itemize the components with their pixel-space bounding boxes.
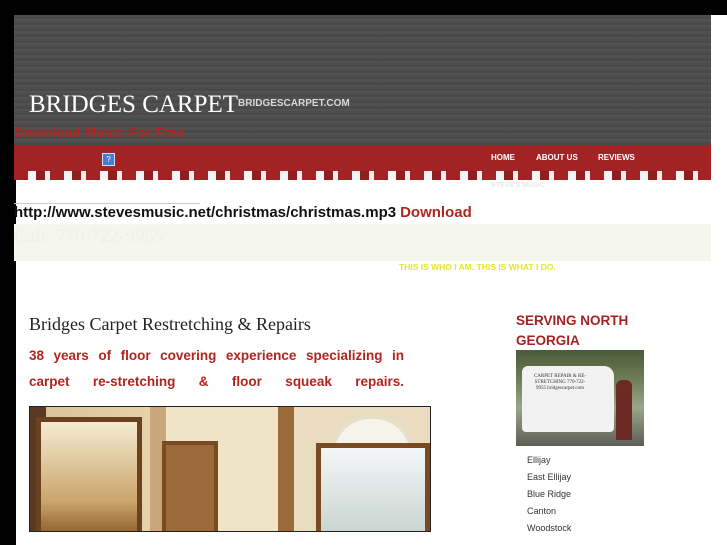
intro-text: 38 years of floor covering experience sp…	[29, 348, 404, 389]
tagline: THIS IS WHO I AM. THIS IS WHAT I DO.	[399, 262, 556, 272]
nav-about-us[interactable]: ABOUT US	[536, 153, 578, 162]
page-title: Bridges Carpet Restretching & Repairs	[29, 314, 311, 334]
list-item: Woodstock	[527, 523, 572, 533]
photo-window	[316, 443, 430, 531]
site-domain: BRIDGESCARPET.COM	[238, 98, 350, 109]
list-item: Blue Ridge	[527, 489, 572, 499]
navbar-torn-edge	[14, 171, 711, 180]
nav-steves-music[interactable]: STEVE'S MUSIC	[491, 182, 545, 189]
call-number: Call: 770-722-9955	[14, 226, 164, 247]
photo-doorway	[36, 417, 142, 531]
list-item: Canton	[527, 506, 557, 516]
mp3-url: http://www.stevesmusic.net/christmas/chr…	[14, 204, 397, 221]
broken-image-icon: ?	[102, 153, 115, 166]
list-item: East Ellijay	[527, 472, 572, 482]
room-photo	[29, 406, 431, 532]
site-title[interactable]: BRIDGES CARPET	[29, 91, 238, 119]
list-item: Ellijay	[527, 455, 551, 465]
town-list: Ellijay East Ellijay Blue Ridge Canton W…	[527, 452, 571, 537]
photo-cabinet	[162, 441, 218, 531]
person-figure	[616, 380, 632, 440]
download-music-link[interactable]: Download Music For Free	[14, 124, 184, 140]
download-bar: http://www.stevesmusic.net/christmas/chr…	[14, 204, 472, 221]
van-sign: CARPET REPAIR & RE-STRETCHING 770-722-99…	[533, 374, 587, 391]
sidebar-title: SERVING NORTH GEORGIA	[516, 313, 629, 348]
nav-reviews[interactable]: REVIEWS	[598, 153, 635, 162]
van-photo: CARPET REPAIR & RE-STRETCHING 770-722-99…	[516, 350, 644, 446]
download-link[interactable]: Download	[400, 204, 472, 221]
nav-home[interactable]: HOME	[491, 153, 515, 162]
